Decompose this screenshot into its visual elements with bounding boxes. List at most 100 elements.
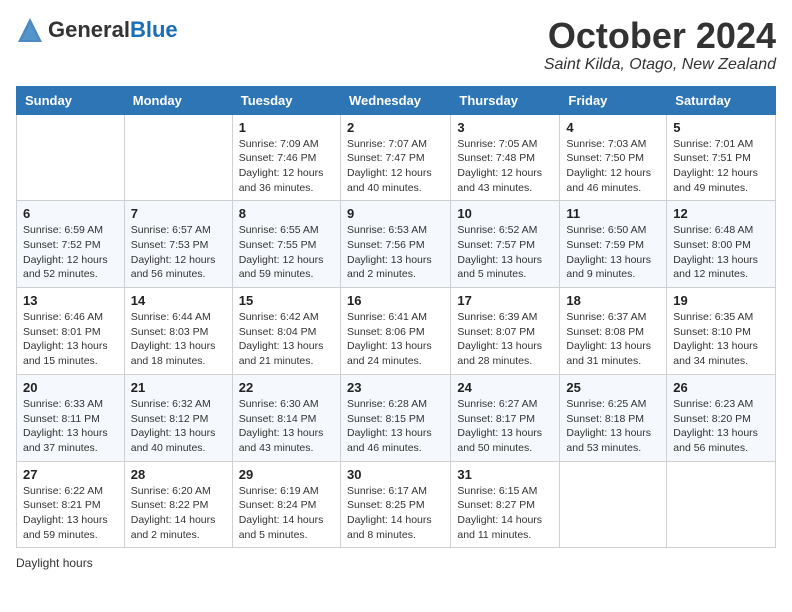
day-number: 5 bbox=[673, 120, 769, 135]
calendar-cell: 13Sunrise: 6:46 AMSunset: 8:01 PMDayligh… bbox=[17, 288, 125, 375]
calendar-week-row: 6 Sunrise: 6:59 AMSunset: 7:52 PMDaylight… bbox=[17, 201, 776, 288]
day-number: 29 bbox=[239, 467, 334, 482]
day-info: Sunrise: 6:35 AMSunset: 8:10 PMDaylight:… bbox=[673, 310, 769, 369]
calendar-cell: 28Sunrise: 6:20 AMSunset: 8:22 PMDayligh… bbox=[124, 461, 232, 548]
day-info: Sunrise: 6:41 AMSunset: 8:06 PMDaylight:… bbox=[347, 310, 444, 369]
day-info: Sunrise: 6:23 AMSunset: 8:20 PMDaylight:… bbox=[673, 397, 769, 456]
day-number: 31 bbox=[457, 467, 553, 482]
day-info: Sunrise: 6:37 AMSunset: 8:08 PMDaylight:… bbox=[566, 310, 660, 369]
day-info: Sunrise: 6:44 AMSunset: 8:03 PMDaylight:… bbox=[131, 310, 226, 369]
day-info: Sunrise: 6:17 AMSunset: 8:25 PMDaylight:… bbox=[347, 484, 444, 543]
calendar-header-friday: Friday bbox=[560, 86, 667, 114]
day-info: Sunrise: 6:27 AMSunset: 8:17 PMDaylight:… bbox=[457, 397, 553, 456]
day-info: Sunrise: 6:32 AMSunset: 8:12 PMDaylight:… bbox=[131, 397, 226, 456]
calendar-cell: 8 Sunrise: 6:55 AMSunset: 7:55 PMDaylight… bbox=[232, 201, 340, 288]
header: GeneralBlue October 2024 Saint Kilda, Ot… bbox=[16, 16, 776, 74]
logo-blue-text: Blue bbox=[130, 17, 178, 42]
calendar-week-row: 13Sunrise: 6:46 AMSunset: 8:01 PMDayligh… bbox=[17, 288, 776, 375]
day-number: 7 bbox=[131, 206, 226, 221]
calendar-cell: 1 Sunrise: 7:09 AMSunset: 7:46 PMDaylight… bbox=[232, 114, 340, 201]
calendar-cell: 2 Sunrise: 7:07 AMSunset: 7:47 PMDaylight… bbox=[340, 114, 450, 201]
calendar-cell: 18Sunrise: 6:37 AMSunset: 8:08 PMDayligh… bbox=[560, 288, 667, 375]
logo: GeneralBlue bbox=[16, 16, 178, 44]
calendar-cell: 11 Sunrise: 6:50 AMSunset: 7:59 PMDayligh… bbox=[560, 201, 667, 288]
day-info: Sunrise: 6:25 AMSunset: 8:18 PMDaylight:… bbox=[566, 397, 660, 456]
calendar-header-wednesday: Wednesday bbox=[340, 86, 450, 114]
day-number: 16 bbox=[347, 293, 444, 308]
day-info: Sunrise: 6:57 AMSunset: 7:53 PMDaylight:… bbox=[131, 223, 226, 282]
calendar-header-monday: Monday bbox=[124, 86, 232, 114]
calendar-cell: 14Sunrise: 6:44 AMSunset: 8:03 PMDayligh… bbox=[124, 288, 232, 375]
calendar-cell: 29 Sunrise: 6:19 AMSunset: 8:24 PMDayligh… bbox=[232, 461, 340, 548]
title-area: October 2024 Saint Kilda, Otago, New Zea… bbox=[544, 16, 776, 74]
calendar-cell: 9 Sunrise: 6:53 AMSunset: 7:56 PMDaylight… bbox=[340, 201, 450, 288]
day-number: 4 bbox=[566, 120, 660, 135]
day-info: Sunrise: 6:39 AMSunset: 8:07 PMDaylight:… bbox=[457, 310, 553, 369]
calendar-cell: 4Sunrise: 7:03 AMSunset: 7:50 PMDaylight… bbox=[560, 114, 667, 201]
day-number: 21 bbox=[131, 380, 226, 395]
calendar-cell: 30 Sunrise: 6:17 AMSunset: 8:25 PMDayligh… bbox=[340, 461, 450, 548]
day-info: Sunrise: 6:42 AMSunset: 8:04 PMDaylight:… bbox=[239, 310, 334, 369]
calendar-cell bbox=[17, 114, 125, 201]
day-number: 6 bbox=[23, 206, 118, 221]
day-info: Sunrise: 7:01 AMSunset: 7:51 PMDaylight:… bbox=[673, 137, 769, 196]
calendar-cell bbox=[560, 461, 667, 548]
day-info: Sunrise: 6:46 AMSunset: 8:01 PMDaylight:… bbox=[23, 310, 118, 369]
day-number: 30 bbox=[347, 467, 444, 482]
calendar-week-row: 1 Sunrise: 7:09 AMSunset: 7:46 PMDaylight… bbox=[17, 114, 776, 201]
day-info: Sunrise: 6:59 AMSunset: 7:52 PMDaylight:… bbox=[23, 223, 118, 282]
day-info: Sunrise: 7:09 AMSunset: 7:46 PMDaylight:… bbox=[239, 137, 334, 196]
calendar-cell: 26 Sunrise: 6:23 AMSunset: 8:20 PMDayligh… bbox=[667, 374, 776, 461]
calendar-cell: 6 Sunrise: 6:59 AMSunset: 7:52 PMDaylight… bbox=[17, 201, 125, 288]
footer-note: Daylight hours bbox=[16, 556, 776, 570]
day-number: 25 bbox=[566, 380, 660, 395]
day-info: Sunrise: 6:22 AMSunset: 8:21 PMDaylight:… bbox=[23, 484, 118, 543]
day-info: Sunrise: 6:48 AMSunset: 8:00 PMDaylight:… bbox=[673, 223, 769, 282]
day-info: Sunrise: 6:52 AMSunset: 7:57 PMDaylight:… bbox=[457, 223, 553, 282]
logo-general-text: General bbox=[48, 17, 130, 42]
calendar-cell: 21 Sunrise: 6:32 AMSunset: 8:12 PMDayligh… bbox=[124, 374, 232, 461]
day-number: 10 bbox=[457, 206, 553, 221]
day-number: 9 bbox=[347, 206, 444, 221]
day-info: Sunrise: 6:19 AMSunset: 8:24 PMDaylight:… bbox=[239, 484, 334, 543]
day-number: 12 bbox=[673, 206, 769, 221]
day-info: Sunrise: 6:55 AMSunset: 7:55 PMDaylight:… bbox=[239, 223, 334, 282]
day-info: Sunrise: 6:30 AMSunset: 8:14 PMDaylight:… bbox=[239, 397, 334, 456]
calendar-cell: 24 Sunrise: 6:27 AMSunset: 8:17 PMDayligh… bbox=[451, 374, 560, 461]
calendar-header-sunday: Sunday bbox=[17, 86, 125, 114]
day-info: Sunrise: 6:53 AMSunset: 7:56 PMDaylight:… bbox=[347, 223, 444, 282]
calendar-cell: 5 Sunrise: 7:01 AMSunset: 7:51 PMDaylight… bbox=[667, 114, 776, 201]
calendar-cell: 17Sunrise: 6:39 AMSunset: 8:07 PMDayligh… bbox=[451, 288, 560, 375]
calendar-cell: 19 Sunrise: 6:35 AMSunset: 8:10 PMDayligh… bbox=[667, 288, 776, 375]
calendar-cell: 23Sunrise: 6:28 AMSunset: 8:15 PMDayligh… bbox=[340, 374, 450, 461]
calendar-table: SundayMondayTuesdayWednesdayThursdayFrid… bbox=[16, 86, 776, 549]
day-number: 11 bbox=[566, 206, 660, 221]
calendar-cell: 31Sunrise: 6:15 AMSunset: 8:27 PMDayligh… bbox=[451, 461, 560, 548]
calendar-week-row: 27 Sunrise: 6:22 AMSunset: 8:21 PMDayligh… bbox=[17, 461, 776, 548]
day-info: Sunrise: 6:50 AMSunset: 7:59 PMDaylight:… bbox=[566, 223, 660, 282]
day-info: Sunrise: 7:07 AMSunset: 7:47 PMDaylight:… bbox=[347, 137, 444, 196]
day-info: Sunrise: 6:20 AMSunset: 8:22 PMDaylight:… bbox=[131, 484, 226, 543]
logo-icon bbox=[16, 16, 44, 44]
day-number: 1 bbox=[239, 120, 334, 135]
day-number: 26 bbox=[673, 380, 769, 395]
day-number: 20 bbox=[23, 380, 118, 395]
day-number: 15 bbox=[239, 293, 334, 308]
calendar-cell: 22Sunrise: 6:30 AMSunset: 8:14 PMDayligh… bbox=[232, 374, 340, 461]
day-number: 24 bbox=[457, 380, 553, 395]
calendar-cell: 16 Sunrise: 6:41 AMSunset: 8:06 PMDayligh… bbox=[340, 288, 450, 375]
calendar-cell: 7 Sunrise: 6:57 AMSunset: 7:53 PMDaylight… bbox=[124, 201, 232, 288]
day-info: Sunrise: 7:05 AMSunset: 7:48 PMDaylight:… bbox=[457, 137, 553, 196]
calendar-header-saturday: Saturday bbox=[667, 86, 776, 114]
day-info: Sunrise: 6:28 AMSunset: 8:15 PMDaylight:… bbox=[347, 397, 444, 456]
day-number: 19 bbox=[673, 293, 769, 308]
day-number: 27 bbox=[23, 467, 118, 482]
day-number: 2 bbox=[347, 120, 444, 135]
calendar-week-row: 20Sunrise: 6:33 AMSunset: 8:11 PMDayligh… bbox=[17, 374, 776, 461]
calendar-cell: 25 Sunrise: 6:25 AMSunset: 8:18 PMDayligh… bbox=[560, 374, 667, 461]
calendar-header-row: SundayMondayTuesdayWednesdayThursdayFrid… bbox=[17, 86, 776, 114]
calendar-cell bbox=[124, 114, 232, 201]
day-number: 8 bbox=[239, 206, 334, 221]
calendar-header-tuesday: Tuesday bbox=[232, 86, 340, 114]
month-title: October 2024 bbox=[544, 16, 776, 56]
